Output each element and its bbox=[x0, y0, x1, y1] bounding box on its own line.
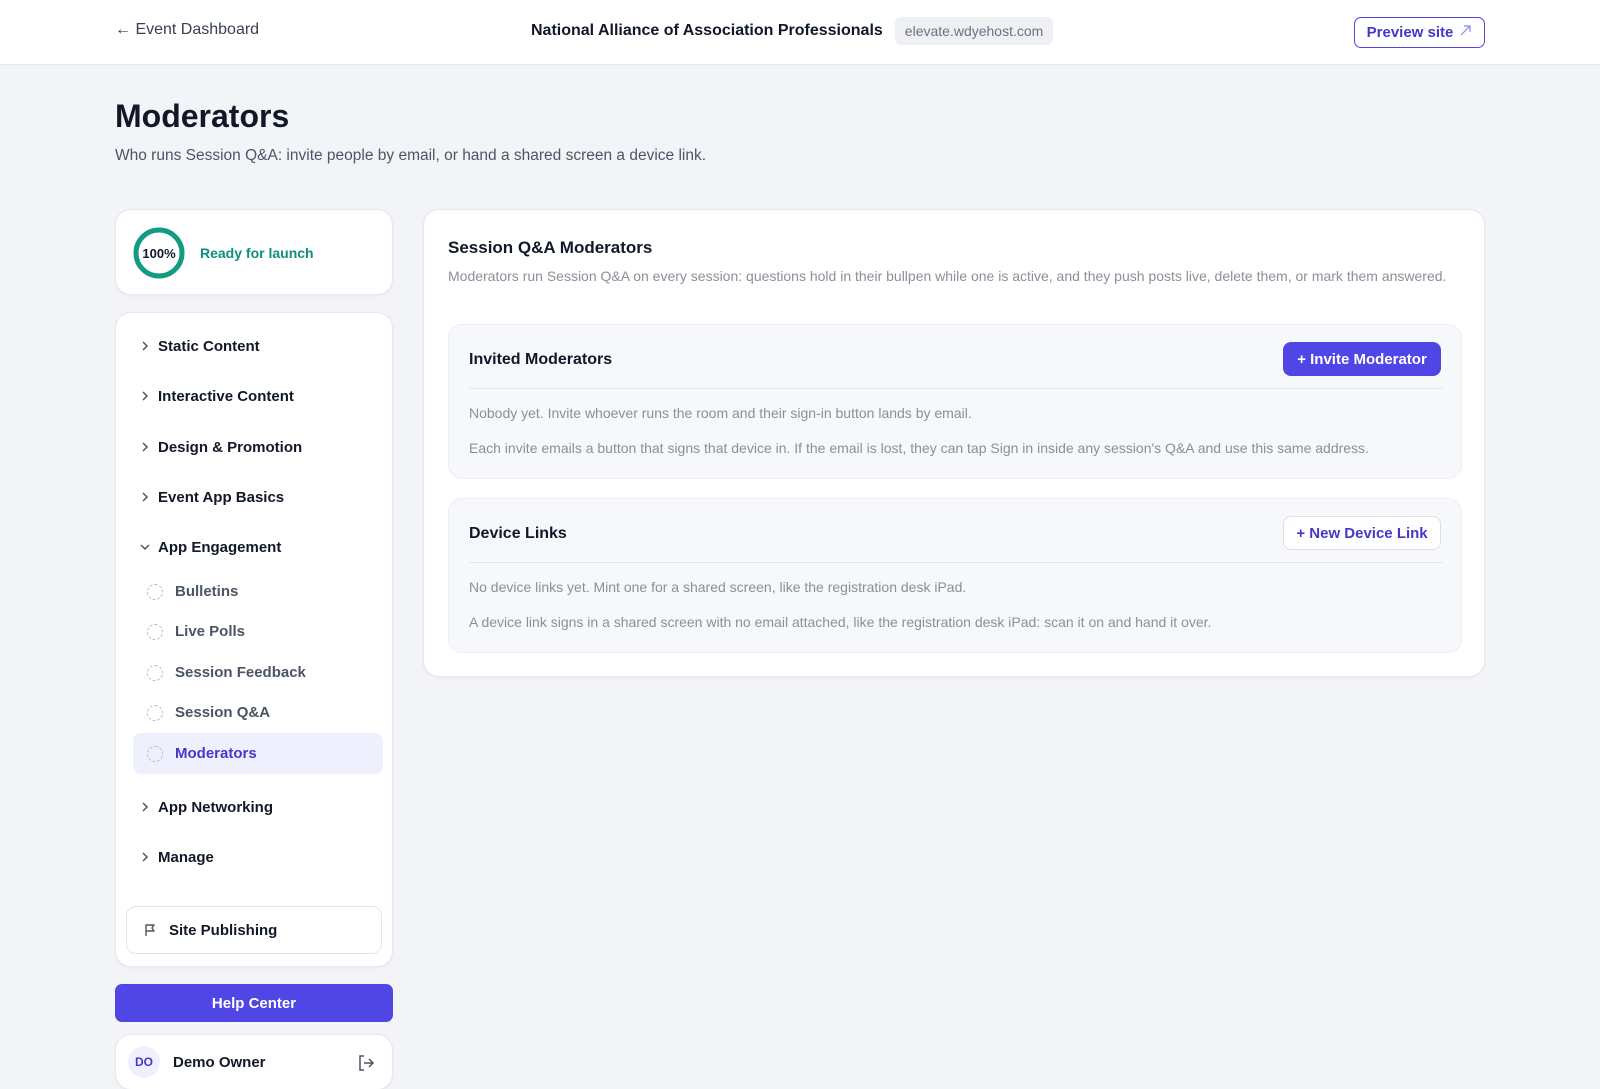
status-dot-icon bbox=[147, 623, 163, 640]
chevron-right-icon bbox=[132, 340, 158, 352]
sidebar-group-label: Event App Basics bbox=[158, 488, 285, 506]
divider bbox=[469, 388, 1443, 389]
progress-percent: 100% bbox=[142, 245, 176, 261]
chevron-right-icon bbox=[132, 491, 158, 503]
section-title: Session Q&A Moderators bbox=[448, 238, 653, 257]
top-bar: ← Event Dashboard National Alliance of A… bbox=[0, 0, 1600, 65]
logout-icon[interactable] bbox=[356, 1053, 376, 1073]
devices-empty-text: No device links yet. Mint one for a shar… bbox=[469, 579, 967, 595]
org-header: National Alliance of Association Profess… bbox=[531, 17, 1054, 45]
chevron-down-icon bbox=[132, 542, 158, 552]
status-dot-icon bbox=[147, 704, 163, 721]
status-dot-icon bbox=[147, 583, 163, 600]
status-dot-icon bbox=[147, 745, 163, 762]
preview-site-button[interactable]: Preview site bbox=[1354, 17, 1485, 48]
user-name: Demo Owner bbox=[173, 1054, 266, 1071]
invited-empty-text: Nobody yet. Invite whoever runs the room… bbox=[469, 405, 972, 421]
section-description: Moderators run Session Q&A on every sess… bbox=[448, 268, 1447, 284]
sidebar-item-label: Live Polls bbox=[175, 623, 246, 640]
site-publishing-button[interactable]: Site Publishing bbox=[126, 906, 382, 954]
sidebar-group-label: App Engagement bbox=[158, 538, 282, 556]
sidebar-group-static-content[interactable]: Static Content bbox=[132, 326, 378, 366]
sidebar-item-bulletins[interactable]: Bulletins bbox=[133, 571, 383, 612]
sidebar-group-design-promotion[interactable]: Design & Promotion bbox=[132, 427, 378, 467]
status-dot-icon bbox=[147, 664, 163, 681]
sidebar-item-label: Moderators bbox=[175, 745, 257, 762]
sidebar-group-app-engagement[interactable]: App Engagement bbox=[132, 527, 378, 567]
invited-moderators-section: Invited Moderators + Invite Moderator No… bbox=[448, 324, 1462, 479]
devices-note-text: A device link signs in a shared screen w… bbox=[469, 614, 1212, 630]
sidebar-group-app-networking[interactable]: App Networking bbox=[132, 787, 378, 827]
sidebar-group-label: Interactive Content bbox=[158, 387, 294, 405]
sidebar-item-label: Bulletins bbox=[175, 583, 239, 600]
sidebar-group-label: Static Content bbox=[158, 337, 260, 355]
launch-status-text: Ready for launch bbox=[200, 245, 314, 261]
sidebar-nav: Static Content Interactive Content Desig… bbox=[115, 312, 393, 967]
sidebar-group-manage[interactable]: Manage bbox=[132, 837, 378, 877]
sidebar-group-interactive-content[interactable]: Interactive Content bbox=[132, 376, 378, 416]
site-publishing-label: Site Publishing bbox=[169, 921, 278, 939]
preview-site-label: Preview site bbox=[1366, 24, 1454, 41]
help-center-button[interactable]: Help Center bbox=[115, 984, 393, 1022]
external-link-icon bbox=[1459, 24, 1472, 41]
page-subtitle: Who runs Session Q&A: invite people by e… bbox=[115, 147, 707, 164]
domain-chip: elevate.wdyehost.com bbox=[894, 17, 1054, 45]
sidebar-group-event-app-basics[interactable]: Event App Basics bbox=[132, 477, 378, 517]
invited-moderators-title: Invited Moderators bbox=[469, 351, 613, 368]
chevron-right-icon bbox=[132, 441, 158, 453]
flag-icon bbox=[143, 923, 157, 937]
new-device-link-button[interactable]: + New Device Link bbox=[1283, 516, 1441, 550]
page-title: Moderators bbox=[115, 98, 290, 134]
device-links-section: Device Links + New Device Link No device… bbox=[448, 498, 1462, 653]
back-to-dashboard-link[interactable]: ← Event Dashboard bbox=[115, 21, 259, 39]
invited-note-text: Each invite emails a button that signs t… bbox=[469, 440, 1369, 456]
chevron-right-icon bbox=[132, 801, 158, 813]
sidebar-item-session-qa[interactable]: Session Q&A bbox=[133, 692, 383, 733]
sidebar-item-live-polls[interactable]: Live Polls bbox=[133, 611, 383, 652]
chevron-right-icon bbox=[132, 851, 158, 863]
org-name: National Alliance of Association Profess… bbox=[531, 22, 883, 39]
sidebar-item-label: Session Feedback bbox=[175, 664, 306, 681]
sidebar-group-label: Design & Promotion bbox=[158, 438, 303, 456]
chevron-right-icon bbox=[132, 390, 158, 402]
invite-moderator-button[interactable]: + Invite Moderator bbox=[1283, 342, 1441, 376]
divider bbox=[469, 562, 1443, 563]
sidebar-item-moderators[interactable]: Moderators bbox=[133, 733, 383, 774]
sidebar-item-label: Session Q&A bbox=[175, 704, 271, 721]
avatar: DO bbox=[128, 1046, 160, 1078]
sidebar-group-label: App Networking bbox=[158, 798, 273, 816]
sidebar-item-session-feedback[interactable]: Session Feedback bbox=[133, 652, 383, 693]
device-links-title: Device Links bbox=[469, 525, 567, 542]
launch-status-card: 100% Ready for launch bbox=[115, 209, 393, 295]
user-card: DO Demo Owner bbox=[115, 1034, 393, 1089]
sidebar-group-label: Manage bbox=[158, 848, 214, 866]
moderators-card: Session Q&A Moderators Moderators run Se… bbox=[423, 209, 1485, 677]
